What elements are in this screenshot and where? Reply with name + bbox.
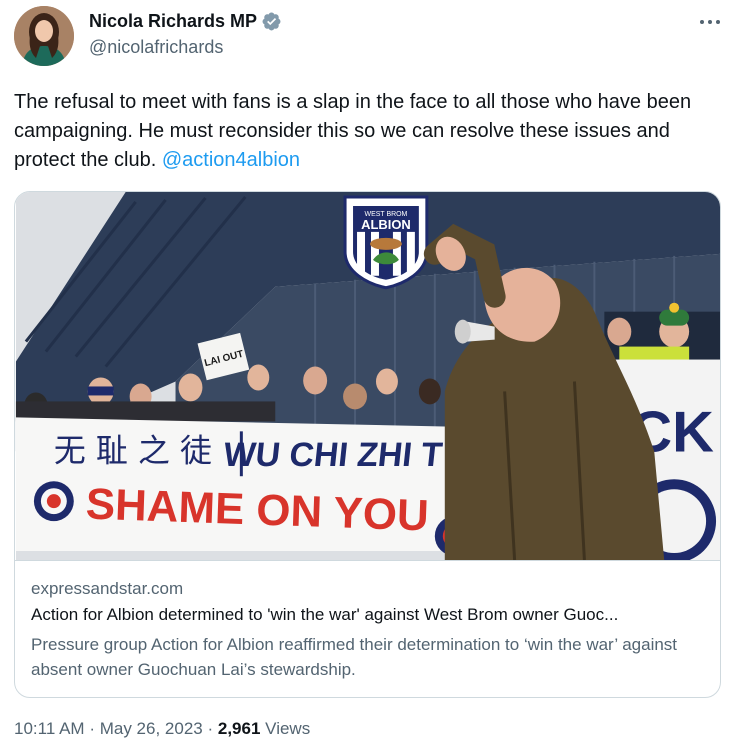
author-avatar[interactable]	[14, 6, 74, 66]
card-description: Pressure group Action for Albion reaffir…	[31, 635, 678, 679]
tweet-date[interactable]: May 26, 2023	[100, 719, 203, 738]
card-image[interactable]: WEST BROM ALBION LAI OUT ICK 无 耻 之 徒 WU …	[15, 192, 721, 561]
meta-separator: ·	[207, 719, 214, 738]
mention-link[interactable]: @action4albion	[162, 149, 300, 171]
more-options-button[interactable]	[697, 10, 723, 34]
tweet: Nicola Richards MP @nicolafrichards The …	[0, 0, 734, 748]
tweet-meta: 10:11 AM · May 26, 2023 · 2,961 Views	[14, 719, 310, 739]
more-options-icon	[700, 20, 720, 24]
verified-badge-icon	[262, 12, 281, 31]
meta-separator: ·	[89, 719, 95, 738]
author-name[interactable]: Nicola Richards MP	[89, 11, 257, 32]
card-domain: expressandstar.com	[31, 579, 184, 598]
banner-latin-text: WU CHI ZHI T	[222, 436, 445, 474]
link-card[interactable]: WEST BROM ALBION LAI OUT ICK 无 耻 之 徒 WU …	[14, 191, 721, 698]
tweet-body: The refusal to meet with fans is a slap …	[14, 91, 692, 171]
crest-name-text: ALBION	[361, 217, 411, 232]
author-handle[interactable]: @nicolafrichards	[89, 37, 223, 58]
tweet-text: The refusal to meet with fans is a slap …	[14, 88, 714, 175]
card-title[interactable]: Action for Albion determined to 'win the…	[31, 605, 711, 625]
views-count[interactable]: 2,961	[218, 719, 261, 738]
tweet-time[interactable]: 10:11 AM	[14, 719, 85, 738]
banner-chinese-text: 无 耻 之 徒	[54, 431, 212, 469]
author-name-row: Nicola Richards MP	[89, 11, 282, 32]
views-label: Views	[265, 719, 311, 738]
